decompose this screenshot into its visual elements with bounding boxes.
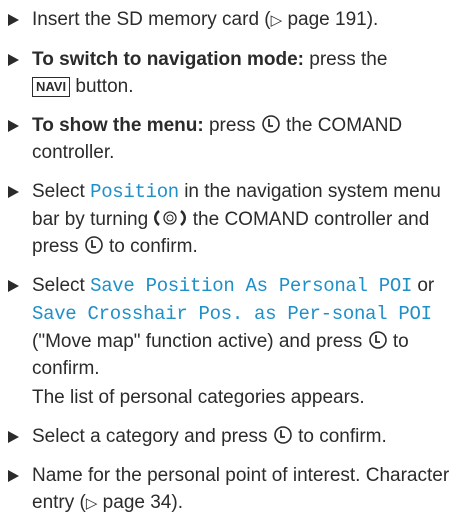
step-6: Select a category and press to confirm. (6, 423, 458, 450)
press-controller-icon (84, 236, 103, 254)
step-text: page 34). (97, 492, 183, 513)
step-text: ("Move map" function active) and press (32, 331, 363, 352)
bullet-arrow-icon (8, 280, 19, 292)
menu-item-save-crosshair: Save Crosshair Pos. as Per-sonal POI (32, 303, 432, 325)
step-text: or (412, 275, 435, 296)
step-3: To show the menu: press the COMAND contr… (6, 112, 458, 166)
step-text: press the (303, 49, 388, 70)
instruction-page: Insert the SD memory card (▷ page 191). … (0, 0, 462, 517)
bullet-arrow-icon (8, 54, 19, 66)
step-text: to confirm. (292, 426, 387, 447)
press-controller-icon (274, 426, 292, 444)
step-text: page 191). (282, 9, 379, 30)
step-7: Name for the personal point of interest.… (6, 462, 458, 517)
bullet-arrow-icon (8, 470, 19, 482)
step-heading: To switch to navigation mode: (32, 49, 304, 70)
navi-key: NAVI (32, 77, 71, 97)
page-ref-icon: ▷ (270, 12, 283, 29)
page-ref-icon: ▷ (85, 495, 98, 512)
step-text: button. (70, 76, 134, 97)
step-text: Select a category and press (32, 426, 268, 447)
press-controller-icon (261, 115, 280, 133)
step-text: Insert the SD memory card ( (32, 9, 271, 30)
press-controller-icon (368, 331, 387, 349)
bullet-arrow-icon (8, 14, 19, 26)
result-note: The list of personal categories appears. (32, 387, 365, 408)
step-heading: To show the menu: (32, 115, 204, 136)
step-1: Insert the SD memory card (▷ page 191). (6, 6, 458, 34)
menu-item-save-position: Save Position As Personal POI (90, 275, 413, 297)
step-5: Select Save Position As Personal POI or … (6, 272, 458, 411)
step-text: Select (32, 181, 91, 202)
bullet-arrow-icon (8, 431, 19, 443)
bullet-arrow-icon (8, 186, 19, 198)
step-text: Select (32, 275, 91, 296)
turn-controller-icon (154, 210, 187, 226)
step-text: to confirm. (103, 236, 198, 257)
step-2: To switch to navigation mode: press the … (6, 46, 458, 100)
menu-item-position: Position (90, 181, 179, 203)
step-4: Select Position in the navigation system… (6, 178, 458, 260)
step-text: press (203, 115, 256, 136)
bullet-arrow-icon (8, 120, 19, 132)
